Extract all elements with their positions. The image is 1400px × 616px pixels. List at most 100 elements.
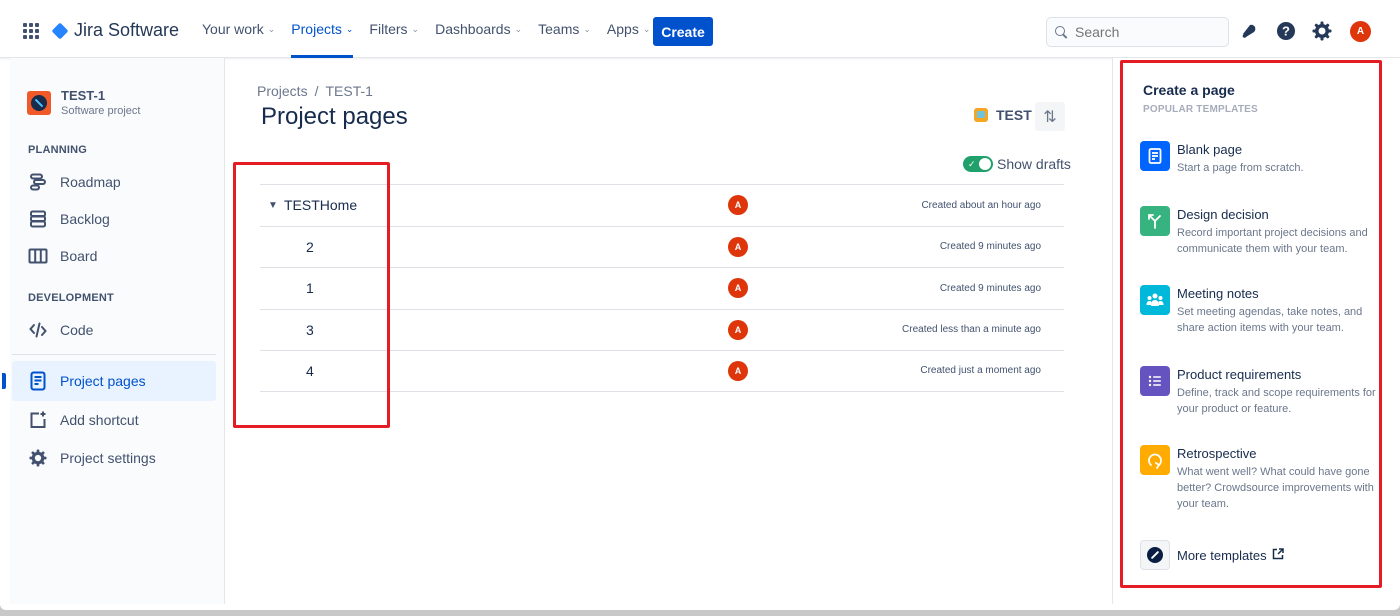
show-drafts-label: Show drafts	[997, 156, 1071, 172]
code-icon	[28, 320, 48, 340]
sidebar-item-label: Project settings	[60, 450, 156, 466]
space-label: TEST	[996, 107, 1032, 123]
nav-label: Filters	[369, 21, 408, 37]
template-design-decision[interactable]: Design decision Record important project …	[1140, 206, 1380, 257]
show-drafts-toggle[interactable]: ✓	[963, 156, 993, 172]
help-icon[interactable]: ?	[1276, 21, 1296, 41]
sidebar-item-backlog[interactable]: Backlog	[12, 199, 216, 239]
template-description: What went well? What could have gone bet…	[1177, 466, 1374, 510]
created-time: Created about an hour ago	[921, 199, 1041, 211]
nav-label: Your work	[202, 21, 264, 37]
svg-text:?: ?	[1282, 24, 1290, 39]
product-name: Jira Software	[74, 20, 180, 40]
more-templates-link[interactable]: More templates	[1140, 540, 1284, 570]
page-row[interactable]: 1 A Created 9 minutes ago	[260, 267, 1064, 309]
sidebar-divider	[12, 354, 216, 355]
roadmap-icon	[28, 172, 48, 192]
panel-title: Create a page	[1143, 82, 1235, 98]
notifications-icon[interactable]	[1239, 21, 1259, 41]
external-link-icon	[1272, 547, 1284, 563]
nav-projects[interactable]: Projects ⌄	[283, 0, 361, 58]
page-row[interactable]: 2 A Created 9 minutes ago	[260, 225, 1064, 268]
search-icon	[1055, 25, 1068, 39]
page-icon	[28, 371, 48, 391]
project-sidebar: TEST-1 Software project PLANNING Roadmap…	[2, 58, 225, 604]
created-time: Created less than a minute ago	[902, 324, 1041, 336]
check-icon: ✓	[968, 159, 976, 169]
author-avatar: A	[728, 360, 748, 381]
create-button[interactable]: Create	[653, 17, 713, 46]
sidebar-item-roadmap[interactable]: Roadmap	[12, 162, 216, 202]
chevron-down-icon[interactable]: ▼	[268, 200, 278, 211]
page-title-link[interactable]: 1	[306, 280, 314, 296]
created-time: Created 9 minutes ago	[939, 241, 1041, 253]
backlog-icon	[28, 209, 48, 229]
template-name: Blank page	[1177, 142, 1243, 157]
template-blank-page[interactable]: Blank page Start a page from scratch.	[1140, 141, 1380, 176]
people-icon	[1140, 285, 1170, 315]
nav-teams[interactable]: Teams ⌄	[530, 0, 599, 58]
chevron-down-icon: ⌄	[642, 23, 651, 34]
board-icon	[28, 246, 48, 266]
template-product-requirements[interactable]: Product requirements Define, track and sc…	[1140, 366, 1380, 417]
sidebar-item-project-pages[interactable]: Project pages	[2, 361, 216, 401]
project-type: Software project	[61, 105, 141, 117]
nav-label: Projects	[291, 21, 342, 37]
breadcrumb-projects[interactable]: Projects	[257, 83, 308, 99]
page-row[interactable]: 4 A Created just a moment ago	[260, 350, 1064, 392]
sidebar-item-code[interactable]: Code	[12, 310, 216, 350]
page-row[interactable]: ▼ TESTHome A Created about an hour ago	[260, 184, 1064, 226]
nav-label: Apps	[606, 21, 639, 37]
page-title: Project pages	[261, 103, 408, 130]
user-avatar[interactable]: A	[1350, 21, 1371, 42]
author-avatar: A	[728, 195, 748, 216]
app-switcher-icon[interactable]	[23, 23, 39, 39]
panel-subtitle: POPULAR TEMPLATES	[1143, 104, 1258, 115]
chevron-down-icon: ⌄	[411, 23, 420, 34]
show-drafts-control[interactable]: ✓ Show drafts	[963, 156, 1071, 172]
breadcrumb-separator: /	[314, 83, 319, 99]
top-navigation: Jira Software Your work ⌄ Projects ⌄ Filte…	[0, 0, 1400, 58]
page-row[interactable]: 3 A Created less than a minute ago	[260, 308, 1064, 351]
page-title-link[interactable]: 4	[306, 363, 314, 379]
template-description: Record important project decisions and c…	[1177, 227, 1368, 255]
section-planning: PLANNING	[28, 144, 88, 156]
nav-your-work[interactable]: Your work ⌄	[194, 0, 283, 58]
pages-list: ▼ TESTHome A Created about an hour ago 2…	[260, 184, 1064, 392]
chevron-down-icon: ⌄	[583, 23, 591, 34]
nav-dashboards[interactable]: Dashboards ⌄	[427, 0, 530, 58]
sync-arrows-icon: ⇅	[1043, 108, 1057, 126]
switch-space-button[interactable]: ⇅	[1035, 102, 1065, 131]
project-name: TEST-1	[61, 88, 106, 103]
retro-icon	[1140, 445, 1170, 475]
nav-apps[interactable]: Apps ⌄	[599, 0, 658, 58]
sidebar-item-add-shortcut[interactable]: Add shortcut	[12, 400, 216, 440]
page-title-link[interactable]: 3	[306, 322, 314, 338]
chevron-down-icon: ⌄	[514, 23, 523, 34]
sidebar-item-board[interactable]: Board	[12, 236, 216, 276]
page-title-link[interactable]: TESTHome	[284, 197, 357, 213]
author-avatar: A	[728, 319, 748, 340]
template-meeting-notes[interactable]: Meeting notes Set meeting agendas, take n…	[1140, 285, 1380, 336]
author-avatar: A	[728, 278, 748, 299]
template-retrospective[interactable]: Retrospective What went well? What could …	[1140, 445, 1380, 512]
sidebar-item-label: Roadmap	[60, 174, 121, 190]
decision-icon	[1140, 206, 1170, 236]
project-header[interactable]: TEST-1 Software project	[27, 88, 140, 117]
template-description: Start a page from scratch.	[1177, 162, 1304, 174]
jira-diamond-icon	[51, 22, 69, 39]
more-templates-label: More templates	[1177, 547, 1267, 563]
confluence-space-link[interactable]: TEST	[974, 107, 1032, 123]
nav-filters[interactable]: Filters ⌄	[361, 0, 427, 58]
page-title-link[interactable]: 2	[306, 239, 314, 255]
nav-label: Teams	[538, 21, 580, 37]
sidebar-item-project-settings[interactable]: Project settings	[12, 438, 216, 478]
sidebar-item-label: Board	[60, 248, 98, 264]
search-input[interactable]	[1075, 24, 1215, 40]
settings-icon[interactable]	[1312, 21, 1332, 41]
search-box[interactable]	[1046, 17, 1229, 47]
chevron-down-icon: ⌄	[267, 23, 276, 34]
jira-logo[interactable]: Jira Software	[51, 20, 179, 41]
template-name: Meeting notes	[1177, 286, 1259, 301]
breadcrumb-project[interactable]: TEST-1	[325, 83, 372, 99]
